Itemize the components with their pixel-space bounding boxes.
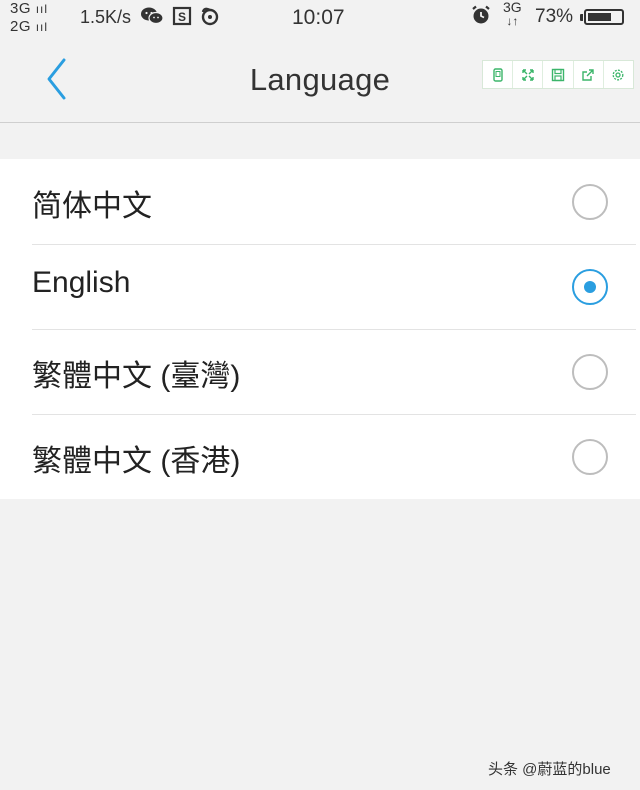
toolbar-save-button[interactable] [543, 61, 574, 88]
svg-text:S: S [178, 10, 186, 24]
battery-percent: 73% [535, 6, 574, 27]
data-network-label: 3G [503, 0, 522, 15]
radio-button[interactable] [572, 184, 608, 220]
sim1-signal: 3G ııl [10, 1, 48, 17]
radio-button-selected[interactable] [572, 269, 608, 305]
toolbar-expand-button[interactable] [513, 61, 544, 88]
sim2-network-label: 2G [10, 18, 32, 35]
language-option-traditional-chinese-taiwan[interactable]: 繁體中文 (臺灣) [0, 329, 640, 414]
language-list: 简体中文 English 繁體中文 (臺灣) 繁體中文 (香港) [0, 159, 640, 499]
wechat-icon [140, 6, 164, 31]
netease-icon [200, 6, 220, 31]
sim1-signal-bars: ııl [35, 2, 49, 16]
save-icon [551, 68, 565, 81]
sim2-signal: 2G ııl [10, 19, 48, 35]
toolbar-phone-button[interactable] [483, 61, 514, 88]
data-activity-arrows: ↓↑ [506, 14, 519, 28]
battery-icon [580, 9, 624, 25]
language-label: 繁體中文 (臺灣) [32, 360, 241, 393]
language-option-traditional-chinese-hongkong[interactable]: 繁體中文 (香港) [0, 414, 640, 499]
radio-button[interactable] [572, 354, 608, 390]
alarm-clock-icon [470, 4, 492, 32]
share-icon [582, 68, 594, 81]
battery-level-fill [588, 13, 611, 21]
language-option-simplified-chinese[interactable]: 简体中文 [0, 159, 640, 244]
network-speed: 1.5K/s [80, 7, 132, 27]
language-label: 繁體中文 (香港) [32, 445, 241, 478]
gear-icon [612, 69, 624, 80]
data-network-indicator: 3G ↓↑ [503, 0, 522, 28]
nav-header: Language [0, 38, 640, 123]
sim2-signal-bars: ııl [35, 20, 49, 34]
radio-button[interactable] [572, 439, 608, 475]
floating-toolbar [482, 60, 634, 89]
clock-time: 10:07 [292, 6, 345, 29]
s-app-icon: S [172, 6, 192, 31]
sim1-network-label: 3G [10, 0, 32, 17]
language-option-english[interactable]: English [0, 244, 640, 329]
language-label: English [32, 266, 131, 299]
language-label: 简体中文 [32, 190, 152, 223]
toolbar-share-button[interactable] [574, 61, 604, 88]
phone-icon [492, 67, 503, 82]
watermark-text: 头条 @蔚蓝的blue [488, 761, 611, 778]
toolbar-settings-button[interactable] [604, 61, 633, 88]
expand-icon [522, 68, 534, 81]
status-bar: 3G ııl 2G ııl 1.5K/s S 10:07 3G ↓↑ 73% [0, 0, 640, 38]
